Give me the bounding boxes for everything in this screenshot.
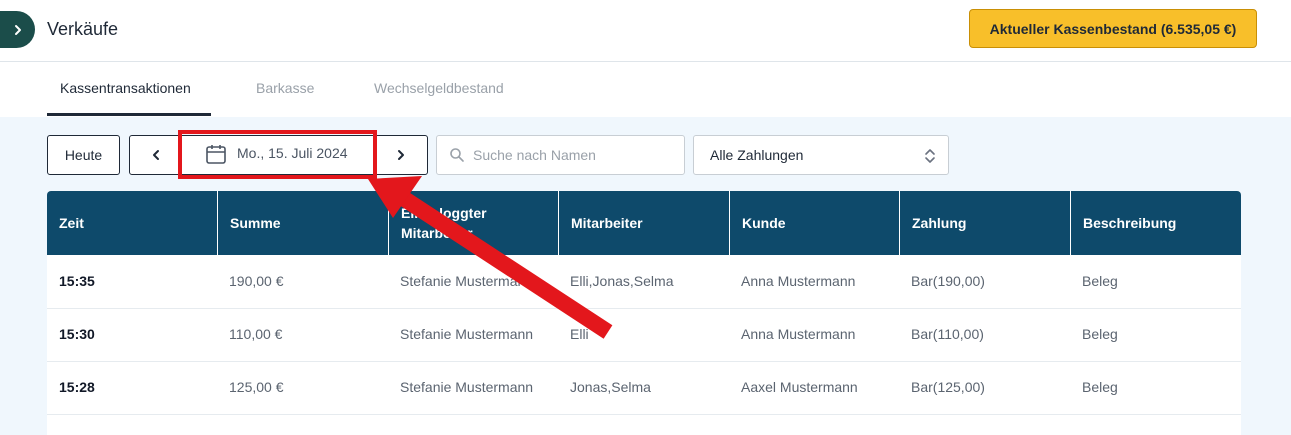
chevron-right-icon — [398, 150, 404, 160]
cell-time: 15:35 — [59, 273, 95, 289]
payment-filter-value: Alle Zahlungen — [710, 147, 804, 163]
tab-barkasse[interactable]: Barkasse — [256, 80, 314, 96]
cell-sum: 125,00 € — [229, 379, 284, 395]
cell-description: Beleg — [1082, 273, 1118, 289]
column-header-payment[interactable]: Zahlung — [899, 191, 1070, 255]
tab-wechselgeldbestand[interactable]: Wechselgeldbestand — [374, 80, 504, 96]
cell-logged-in-employee: Stefanie Mustermann — [400, 379, 534, 395]
cell-payment: Bar(190,00) — [911, 273, 985, 289]
cell-employee: Jonas,Selma — [570, 379, 651, 395]
cell-description: Beleg — [1082, 379, 1118, 395]
column-header-logged-in-employee[interactable]: Eingeloggter Mitarbeiter — [388, 191, 558, 255]
next-day-button[interactable] — [374, 135, 428, 175]
cell-customer: Anna Mustermann — [741, 326, 856, 342]
search-field — [436, 135, 685, 175]
cell-employee: Elli,Jonas,Selma — [570, 273, 674, 289]
previous-day-button[interactable] — [129, 135, 183, 175]
tab-bar: Kassentransaktionen Barkasse Wechselgeld… — [0, 62, 1291, 118]
column-header-customer[interactable]: Kunde — [729, 191, 899, 255]
cell-description: Beleg — [1082, 326, 1118, 342]
page-title: Verkäufe — [47, 19, 119, 39]
cell-employee: Elli — [570, 326, 589, 342]
today-button[interactable]: Heute — [47, 135, 120, 175]
search-input[interactable] — [473, 146, 673, 164]
cell-customer: Aaxel Mustermann — [741, 379, 858, 395]
cash-balance-button[interactable]: Aktueller Kassenbestand (6.535,05 €) — [969, 9, 1257, 48]
search-icon — [450, 148, 464, 162]
table-row[interactable]: 15:35 190,00 € Stefanie Mustermann Elli,… — [47, 255, 1241, 309]
table-row[interactable]: 15:30 110,00 € Stefanie Mustermann Elli … — [47, 308, 1241, 362]
table-header: Zeit Summe Eingeloggter Mitarbeiter Mita… — [47, 191, 1241, 255]
cell-time: 15:30 — [59, 326, 95, 342]
column-header-employee[interactable]: Mitarbeiter — [558, 191, 729, 255]
active-tab-indicator — [47, 113, 211, 116]
top-bar: Verkäufe Aktueller Kassenbestand (6.535,… — [0, 0, 1291, 62]
column-header-time[interactable]: Zeit — [47, 191, 217, 255]
chevron-up-down-icon — [925, 149, 935, 163]
chevron-left-icon — [153, 150, 159, 160]
chevron-right-icon — [14, 24, 21, 35]
table-row[interactable]: 15:28 125,00 € Stefanie Mustermann Jonas… — [47, 361, 1241, 415]
annotation-highlight-box — [178, 130, 377, 179]
cell-payment: Bar(125,00) — [911, 379, 985, 395]
transactions-table: Zeit Summe Eingeloggter Mitarbeiter Mita… — [47, 191, 1241, 435]
column-header-description[interactable]: Beschreibung — [1070, 191, 1241, 255]
tab-kassentransaktionen[interactable]: Kassentransaktionen — [60, 80, 191, 96]
cell-time: 15:28 — [59, 379, 95, 395]
column-header-sum[interactable]: Summe — [217, 191, 388, 255]
cell-logged-in-employee: Stefanie Mustermann — [400, 273, 534, 289]
payment-filter-select[interactable]: Alle Zahlungen — [693, 135, 949, 175]
cell-customer: Anna Mustermann — [741, 273, 856, 289]
cell-payment: Bar(110,00) — [911, 326, 984, 342]
cell-sum: 190,00 € — [229, 273, 284, 289]
cell-logged-in-employee: Stefanie Mustermann — [400, 326, 534, 342]
cell-sum: 110,00 € — [229, 326, 283, 342]
sidebar-toggle-button[interactable] — [0, 11, 35, 48]
